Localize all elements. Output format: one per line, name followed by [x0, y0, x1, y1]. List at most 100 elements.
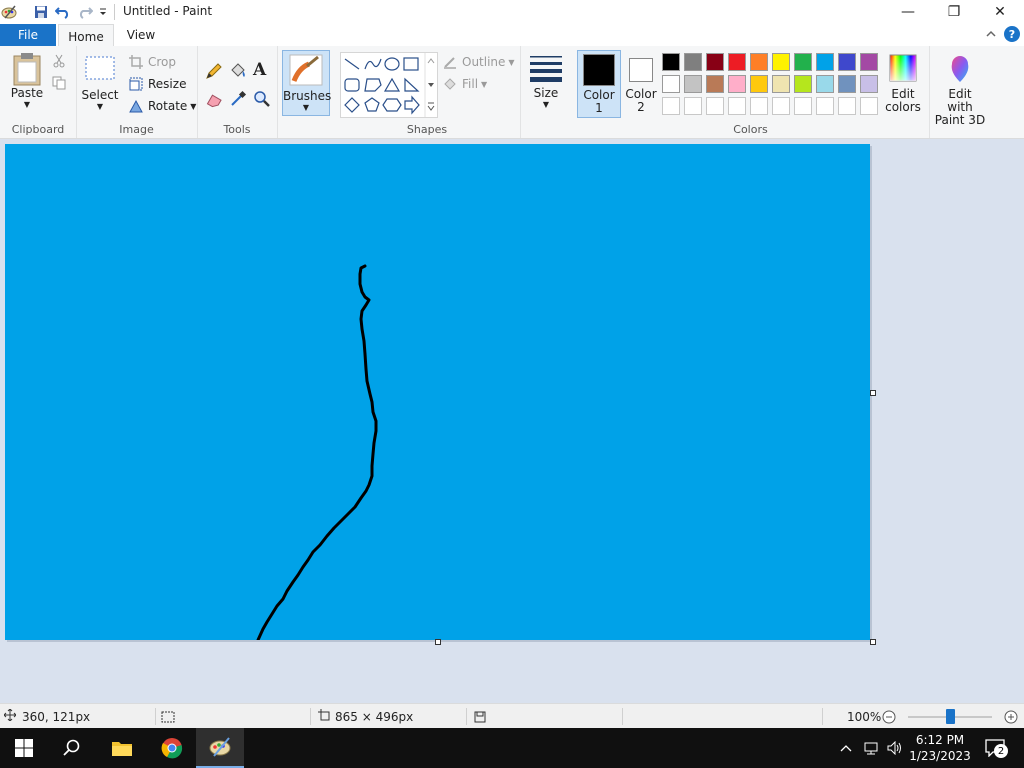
edit-with-paint3d-button[interactable]: Edit with Paint 3D — [934, 54, 986, 127]
select-button[interactable]: Select ▼ — [81, 54, 119, 111]
palette-swatch[interactable] — [794, 75, 812, 93]
file-explorer-icon[interactable] — [98, 728, 146, 768]
ribbon-tab-bar: File Home View ? — [0, 24, 1024, 48]
color-picker-icon[interactable] — [229, 90, 247, 111]
tab-file[interactable]: File — [0, 24, 56, 46]
chrome-icon[interactable] — [148, 728, 196, 768]
tab-home[interactable]: Home — [58, 24, 114, 48]
paint-taskbar-icon[interactable] — [196, 728, 244, 768]
title-divider — [114, 4, 115, 20]
fill-button[interactable]: Fill ▼ — [442, 76, 487, 92]
palette-swatch[interactable] — [750, 53, 768, 71]
palette-swatch[interactable] — [662, 75, 680, 93]
rounded-rectangle-shape-icon[interactable] — [344, 78, 360, 92]
zoom-in-button[interactable] — [1004, 704, 1018, 729]
gallery-down-icon[interactable] — [428, 83, 434, 87]
start-icon[interactable] — [0, 728, 48, 768]
palette-swatch[interactable] — [860, 75, 878, 93]
text-tool-icon[interactable]: A — [253, 60, 266, 80]
palette-swatch[interactable] — [772, 97, 790, 115]
pencil-icon[interactable] — [205, 62, 223, 83]
show-hidden-icons-icon[interactable] — [836, 728, 856, 768]
palette-swatch[interactable] — [838, 75, 856, 93]
right-triangle-shape-icon[interactable] — [404, 77, 420, 92]
hexagon-shape-icon[interactable] — [382, 98, 402, 112]
tab-view[interactable]: View — [116, 24, 166, 46]
palette-swatch[interactable] — [706, 75, 724, 93]
brushes-button[interactable]: Brushes ▼ — [282, 50, 331, 116]
magnifier-icon[interactable] — [253, 90, 271, 111]
size-button[interactable]: Size ▼ — [526, 54, 566, 109]
volume-icon[interactable] — [884, 728, 906, 768]
zoom-slider-thumb[interactable] — [946, 709, 955, 724]
diamond-shape-icon[interactable] — [344, 97, 360, 113]
oval-shape-icon[interactable] — [384, 57, 400, 71]
right-arrow-shape-icon[interactable] — [404, 95, 420, 115]
rotate-button[interactable]: Rotate ▼ — [128, 98, 196, 114]
palette-swatch[interactable] — [728, 97, 746, 115]
gallery-up-icon[interactable] — [427, 58, 435, 64]
palette-swatch[interactable] — [662, 53, 680, 71]
crop-button[interactable]: Crop — [128, 54, 176, 70]
palette-swatch[interactable] — [684, 53, 702, 71]
palette-swatch[interactable] — [794, 97, 812, 115]
triangle-shape-icon[interactable] — [383, 77, 401, 92]
palette-swatch[interactable] — [816, 75, 834, 93]
eraser-icon[interactable] — [205, 90, 223, 111]
palette-swatch[interactable] — [860, 97, 878, 115]
outline-button[interactable]: Outline ▼ — [442, 54, 515, 70]
close-button[interactable]: ✕ — [977, 0, 1023, 24]
edit-colors-button[interactable]: Edit colors — [882, 54, 924, 114]
gallery-more-icon[interactable] — [427, 102, 435, 111]
paste-label: Paste — [10, 86, 44, 100]
fill-bucket-icon[interactable] — [229, 62, 247, 83]
resize-handle-corner[interactable] — [870, 639, 876, 645]
notifications-button[interactable]: 2 — [980, 728, 1010, 768]
resize-button[interactable]: Resize — [128, 76, 186, 92]
palette-swatch[interactable] — [816, 53, 834, 71]
palette-swatch[interactable] — [728, 53, 746, 71]
palette-swatch[interactable] — [860, 53, 878, 71]
customize-dropdown-icon[interactable] — [96, 3, 110, 21]
palette-swatch[interactable] — [816, 97, 834, 115]
edit-with-paint3d-label: Edit with Paint 3D — [934, 88, 986, 127]
palette-swatch[interactable] — [772, 75, 790, 93]
redo-icon[interactable] — [76, 3, 94, 21]
resize-handle-bottom[interactable] — [435, 639, 441, 645]
drawing-canvas[interactable] — [5, 144, 870, 640]
palette-swatch[interactable] — [662, 97, 680, 115]
clock[interactable]: 6:12 PM 1/23/2023 — [908, 728, 972, 768]
palette-swatch[interactable] — [706, 53, 724, 71]
undo-icon[interactable] — [54, 3, 72, 21]
palette-swatch[interactable] — [838, 53, 856, 71]
maximize-button[interactable]: ❐ — [931, 0, 977, 24]
palette-swatch[interactable] — [684, 75, 702, 93]
line-shape-icon[interactable] — [344, 58, 360, 70]
help-icon[interactable]: ? — [1004, 26, 1020, 42]
paste-button[interactable]: Paste ▼ — [8, 52, 46, 109]
save-icon[interactable] — [32, 3, 50, 21]
palette-swatch[interactable] — [794, 53, 812, 71]
palette-swatch[interactable] — [772, 53, 790, 71]
palette-swatch[interactable] — [838, 97, 856, 115]
copy-icon[interactable] — [52, 76, 66, 93]
pentagon-shape-icon[interactable] — [364, 97, 380, 112]
palette-swatch[interactable] — [706, 97, 724, 115]
rectangle-shape-icon[interactable] — [403, 57, 419, 71]
curve-shape-icon[interactable] — [364, 58, 382, 70]
colors-group-label: Colors — [733, 123, 768, 136]
paint-app-icon[interactable] — [0, 3, 18, 21]
collapse-ribbon-icon[interactable] — [984, 27, 998, 41]
palette-swatch[interactable] — [684, 97, 702, 115]
palette-swatch[interactable] — [750, 97, 768, 115]
palette-swatch[interactable] — [728, 75, 746, 93]
search-icon[interactable] — [48, 728, 96, 768]
rotate-icon — [128, 98, 144, 114]
zoom-out-button[interactable] — [882, 704, 896, 729]
palette-swatch[interactable] — [750, 75, 768, 93]
network-icon[interactable] — [860, 728, 882, 768]
minimize-button[interactable]: — — [885, 0, 931, 24]
cut-icon[interactable] — [52, 54, 66, 71]
resize-handle-right[interactable] — [870, 390, 876, 396]
polygon-shape-icon[interactable] — [364, 78, 382, 92]
